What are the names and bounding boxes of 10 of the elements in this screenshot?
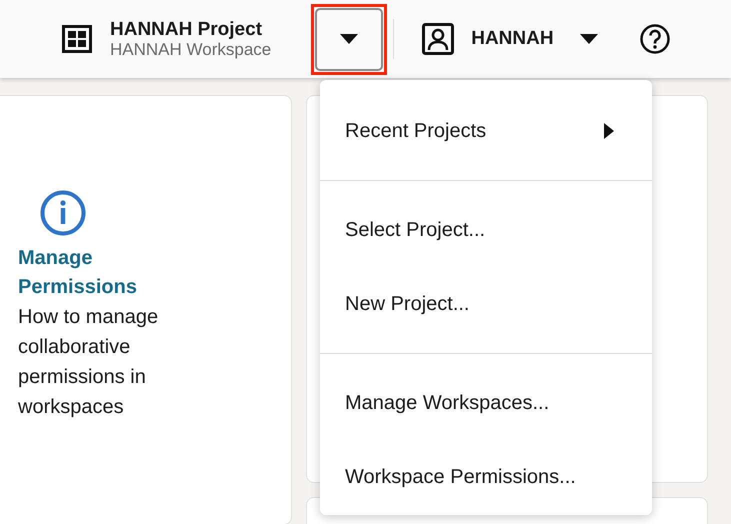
menu-item[interactable]: Workspace Permissions... [320, 452, 652, 502]
menu-item[interactable]: Select Project... [320, 205, 652, 255]
workspace-subtitle: HANNAH Workspace [110, 40, 272, 60]
menu-item[interactable]: Recent Projects [320, 106, 652, 156]
card-description: How to manage collaborative permissions in workspaces [18, 305, 160, 420]
user-name[interactable]: HANNAH [471, 28, 554, 50]
project-title: HANNAH Project [110, 18, 264, 40]
menu-item[interactable]: Manage Workspaces... [320, 378, 652, 428]
menu-item[interactable]: New Project... [320, 279, 652, 329]
card-title[interactable]: Manage Permissions [18, 244, 178, 302]
